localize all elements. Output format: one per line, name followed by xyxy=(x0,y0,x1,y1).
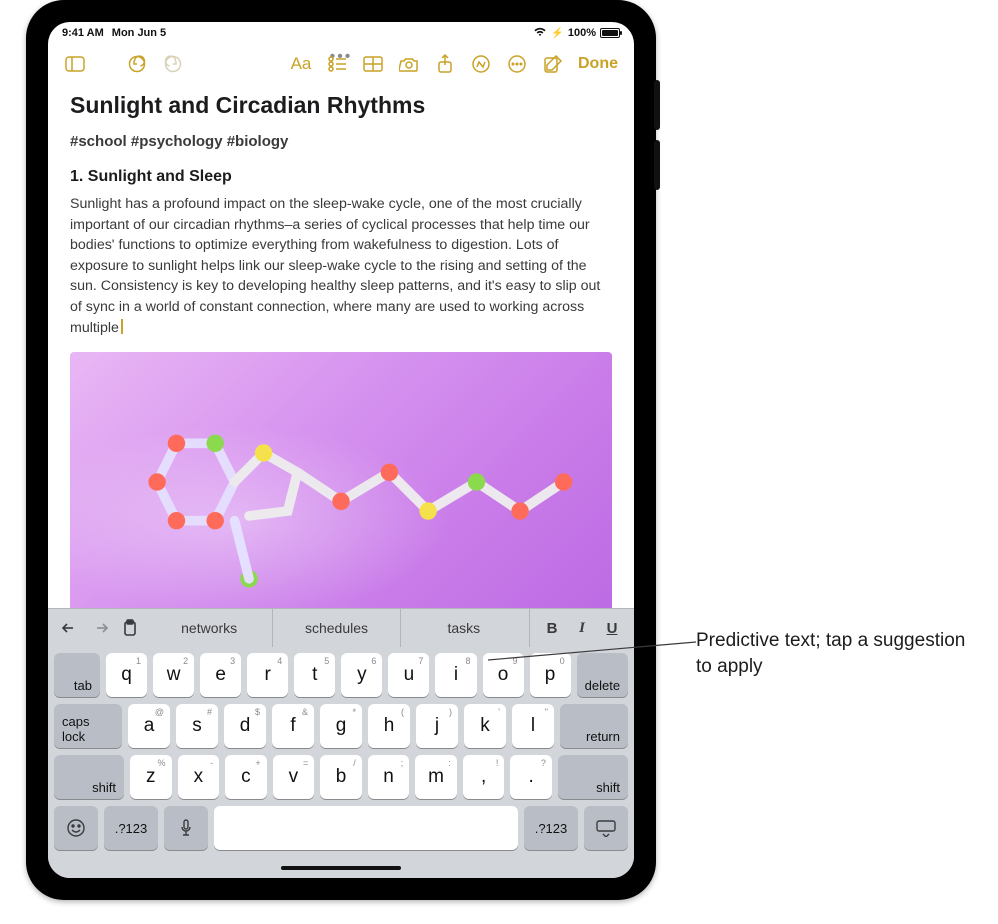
status-bar: 9:41 AM Mon Jun 5 ⚡ 100% xyxy=(48,22,634,44)
ipad-frame: 9:41 AM Mon Jun 5 ⚡ 100% ••• xyxy=(26,0,656,900)
key-n[interactable]: ;n xyxy=(368,755,410,799)
note-image-molecule[interactable] xyxy=(70,352,612,608)
volume-down-button xyxy=(654,140,660,190)
key-v[interactable]: =v xyxy=(273,755,315,799)
key-u[interactable]: 7u xyxy=(388,653,429,697)
text-format-button[interactable]: Aa xyxy=(286,49,316,79)
onscreen-keyboard: tab 1q 2w 3e 4r 5t 6y 7u 8i 9o 0p delete xyxy=(48,647,634,858)
underline-button[interactable]: U xyxy=(602,620,622,637)
italic-button[interactable]: I xyxy=(572,620,592,637)
kb-redo-button[interactable] xyxy=(86,614,114,642)
key-l[interactable]: "l xyxy=(512,704,554,748)
key-r[interactable]: 4r xyxy=(247,653,288,697)
checklist-button[interactable] xyxy=(322,49,352,79)
home-indicator[interactable] xyxy=(48,858,634,878)
key-x[interactable]: -x xyxy=(178,755,220,799)
return-key[interactable]: return xyxy=(560,704,628,748)
note-title: Sunlight and Circadian Rhythms xyxy=(70,92,612,119)
kb-clipboard-button[interactable] xyxy=(116,614,144,642)
emoji-key[interactable] xyxy=(54,806,98,850)
dictation-key[interactable] xyxy=(164,806,208,850)
status-time: 9:41 AM xyxy=(62,27,104,39)
bold-button[interactable]: B xyxy=(542,620,562,637)
table-button[interactable] xyxy=(358,49,388,79)
spacebar-key[interactable] xyxy=(214,806,518,850)
numsym-key-left[interactable]: .?123 xyxy=(104,806,158,850)
screen: 9:41 AM Mon Jun 5 ⚡ 100% ••• xyxy=(48,22,634,878)
wifi-icon xyxy=(533,27,547,40)
prediction-1[interactable]: networks xyxy=(146,609,272,647)
camera-button[interactable] xyxy=(394,49,424,79)
key-e[interactable]: 3e xyxy=(200,653,241,697)
key-g[interactable]: *g xyxy=(320,704,362,748)
shift-key-left[interactable]: shift xyxy=(54,755,124,799)
key-s[interactable]: #s xyxy=(176,704,218,748)
undo-button[interactable] xyxy=(122,49,152,79)
delete-key[interactable]: delete xyxy=(577,653,628,697)
done-button[interactable]: Done xyxy=(574,55,622,73)
text-cursor xyxy=(121,319,123,334)
key-f[interactable]: &f xyxy=(272,704,314,748)
key-b[interactable]: /b xyxy=(320,755,362,799)
key-z[interactable]: %z xyxy=(130,755,172,799)
markup-button[interactable] xyxy=(466,49,496,79)
key-t[interactable]: 5t xyxy=(294,653,335,697)
key-comma[interactable]: !, xyxy=(463,755,505,799)
sidebar-toggle-button[interactable] xyxy=(60,49,90,79)
status-date: Mon Jun 5 xyxy=(112,27,166,39)
key-k[interactable]: 'k xyxy=(464,704,506,748)
key-i[interactable]: 8i xyxy=(435,653,476,697)
battery-icon xyxy=(600,28,620,38)
kb-undo-button[interactable] xyxy=(56,614,84,642)
capslock-key[interactable]: caps lock xyxy=(54,704,122,748)
key-d[interactable]: $d xyxy=(224,704,266,748)
predictive-text-row: networks schedules tasks xyxy=(146,609,527,647)
key-o[interactable]: 9o xyxy=(483,653,524,697)
tab-key[interactable]: tab xyxy=(54,653,100,697)
battery-percent: 100% xyxy=(568,27,596,39)
prediction-3[interactable]: tasks xyxy=(400,609,527,647)
key-a[interactable]: @a xyxy=(128,704,170,748)
prediction-2[interactable]: schedules xyxy=(272,609,399,647)
key-h[interactable]: (h xyxy=(368,704,410,748)
keyboard-toolbar: networks schedules tasks B I U xyxy=(48,609,634,647)
share-button[interactable] xyxy=(430,49,460,79)
more-button[interactable] xyxy=(502,49,532,79)
redo-button[interactable] xyxy=(158,49,188,79)
note-heading-1: 1. Sunlight and Sleep xyxy=(70,168,612,186)
numsym-key-right[interactable]: .?123 xyxy=(524,806,578,850)
note-tags: #school #psychology #biology xyxy=(70,133,612,150)
key-period[interactable]: ?. xyxy=(510,755,552,799)
dismiss-keyboard-key[interactable] xyxy=(584,806,628,850)
key-q[interactable]: 1q xyxy=(106,653,147,697)
key-c[interactable]: +c xyxy=(225,755,267,799)
format-group: B I U xyxy=(529,609,626,647)
shift-key-right[interactable]: shift xyxy=(558,755,628,799)
note-body[interactable]: Sunlight and Circadian Rhythms #school #… xyxy=(48,84,634,608)
key-w[interactable]: 2w xyxy=(153,653,194,697)
key-y[interactable]: 6y xyxy=(341,653,382,697)
callout-text: Predictive text; tap a suggestion to app… xyxy=(696,628,966,679)
keyboard-area: networks schedules tasks B I U tab 1q 2w xyxy=(48,608,634,878)
key-p[interactable]: 0p xyxy=(530,653,571,697)
key-j[interactable]: )j xyxy=(416,704,458,748)
note-paragraph: Sunlight has a profound impact on the sl… xyxy=(70,194,612,338)
volume-up-button xyxy=(654,80,660,130)
compose-button[interactable] xyxy=(538,49,568,79)
key-m[interactable]: :m xyxy=(415,755,457,799)
notes-toolbar: Aa xyxy=(48,44,634,84)
